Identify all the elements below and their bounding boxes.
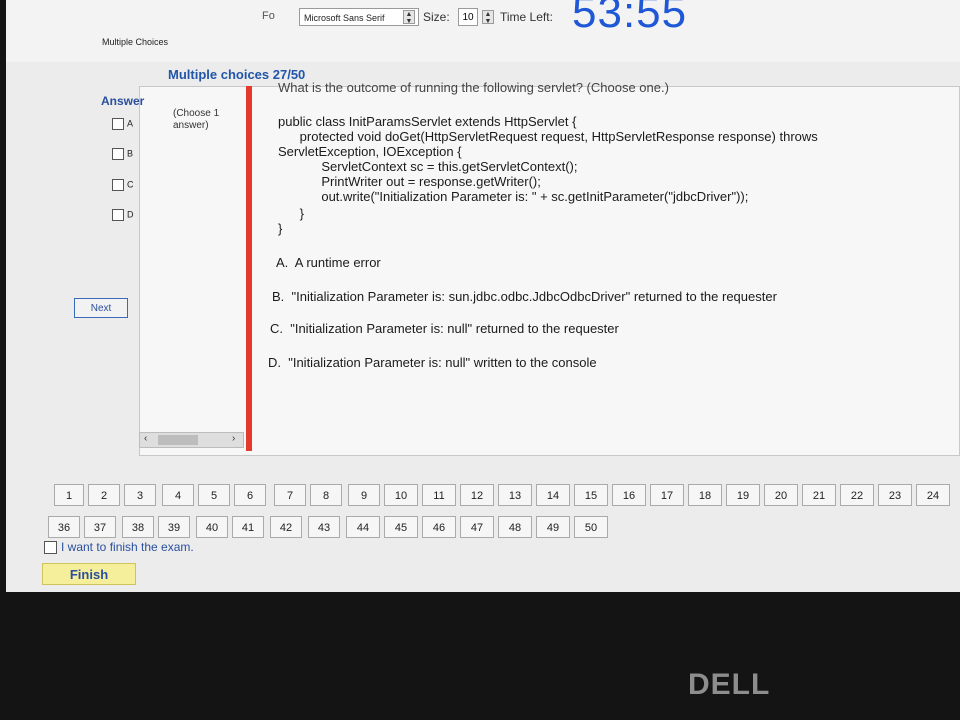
- question-number-button[interactable]: 17: [650, 484, 684, 506]
- scroll-thumb[interactable]: [158, 435, 198, 445]
- question-number-button[interactable]: 3: [124, 484, 156, 506]
- question-number-button[interactable]: 22: [840, 484, 874, 506]
- question-number-button[interactable]: 8: [310, 484, 342, 506]
- question-number-button[interactable]: 46: [422, 516, 456, 538]
- question-number-button[interactable]: 49: [536, 516, 570, 538]
- question-number-button[interactable]: 19: [726, 484, 760, 506]
- choice-b-text: B. "Initialization Parameter is: sun.jdb…: [272, 289, 777, 304]
- code-line: protected void doGet(HttpServletRequest …: [278, 129, 818, 144]
- code-line: }: [278, 221, 283, 236]
- choice-a-text: A. A runtime error: [276, 255, 381, 270]
- font-spin-icon[interactable]: ▲ ▼: [403, 10, 415, 25]
- answer-panel: Answer A B C D: [74, 84, 144, 464]
- question-number-button[interactable]: 45: [384, 516, 418, 538]
- section-tab[interactable]: Multiple Choices: [102, 37, 168, 47]
- choice-c-text: C. "Initialization Parameter is: null" r…: [270, 321, 619, 336]
- question-number-button[interactable]: 12: [460, 484, 494, 506]
- toolbar: Fo Microsoft Sans Serif ▲ ▼ Size: 10 ▲ ▼ T…: [6, 0, 960, 62]
- question-navigator: 1 2 3 4 5 6 7 8 9 10 11 12 13 14 15 16 1…: [42, 484, 960, 544]
- question-number-button[interactable]: 16: [612, 484, 646, 506]
- question-number-button[interactable]: 41: [232, 516, 264, 538]
- time-left-value: 53:55: [572, 0, 688, 37]
- checkbox-icon[interactable]: [112, 148, 124, 160]
- question-number-button[interactable]: 24: [916, 484, 950, 506]
- question-number-button[interactable]: 37: [84, 516, 116, 538]
- question-number-button[interactable]: 21: [802, 484, 836, 506]
- finish-button[interactable]: Finish: [42, 563, 136, 585]
- exam-window: Fo Microsoft Sans Serif ▲ ▼ Size: 10 ▲ ▼ T…: [6, 0, 960, 592]
- question-text: What is the outcome of running the follo…: [254, 80, 954, 452]
- question-number-button[interactable]: 2: [88, 484, 120, 506]
- question-number-button[interactable]: 10: [384, 484, 418, 506]
- question-number-button[interactable]: 50: [574, 516, 608, 538]
- time-left-label: Time Left:: [500, 10, 553, 24]
- dell-logo: DELL: [688, 668, 771, 701]
- code-line: ServletException, IOException {: [278, 144, 462, 159]
- code-line: out.write("Initialization Parameter is: …: [278, 189, 749, 204]
- question-number-button[interactable]: 13: [498, 484, 532, 506]
- question-number-button[interactable]: 7: [274, 484, 306, 506]
- scroll-right-icon[interactable]: ›: [232, 433, 235, 444]
- question-number-button[interactable]: 9: [348, 484, 380, 506]
- question-number-button[interactable]: 48: [498, 516, 532, 538]
- next-button[interactable]: Next: [74, 298, 128, 318]
- option-c[interactable]: C: [112, 179, 134, 191]
- size-input[interactable]: 10: [458, 8, 478, 26]
- question-number-button[interactable]: 15: [574, 484, 608, 506]
- question-number-button[interactable]: 1: [54, 484, 84, 506]
- font-label: Fo: [262, 10, 275, 22]
- font-select[interactable]: Microsoft Sans Serif: [299, 8, 419, 26]
- question-prompt: What is the outcome of running the follo…: [278, 80, 669, 95]
- panel-divider[interactable]: [246, 86, 252, 451]
- question-number-button[interactable]: 4: [162, 484, 194, 506]
- checkbox-icon[interactable]: [112, 179, 124, 191]
- question-number-button[interactable]: 43: [308, 516, 340, 538]
- option-b[interactable]: B: [112, 148, 133, 160]
- question-number-button[interactable]: 42: [270, 516, 302, 538]
- question-number-button[interactable]: 47: [460, 516, 494, 538]
- question-number-button[interactable]: 14: [536, 484, 570, 506]
- question-number-button[interactable]: 5: [198, 484, 230, 506]
- checkbox-icon[interactable]: [44, 541, 57, 555]
- code-line: ServletContext sc = this.getServletConte…: [278, 159, 578, 174]
- question-number-button[interactable]: 23: [878, 484, 912, 506]
- question-number-button[interactable]: 18: [688, 484, 722, 506]
- checkbox-icon[interactable]: [112, 209, 124, 221]
- question-number-button[interactable]: 20: [764, 484, 798, 506]
- code-line: PrintWriter out = response.getWriter();: [278, 174, 541, 189]
- answer-title: Answer: [101, 94, 145, 108]
- size-label: Size:: [423, 10, 450, 24]
- choice-d-text: D. "Initialization Parameter is: null" w…: [268, 355, 597, 370]
- question-number-button[interactable]: 11: [422, 484, 456, 506]
- checkbox-icon[interactable]: [112, 118, 124, 130]
- question-number-button[interactable]: 36: [48, 516, 80, 538]
- question-number-button[interactable]: 44: [346, 516, 380, 538]
- question-number-button[interactable]: 6: [234, 484, 266, 506]
- option-a[interactable]: A: [112, 118, 133, 130]
- question-number-button[interactable]: 38: [122, 516, 154, 538]
- scroll-left-icon[interactable]: ‹: [144, 433, 147, 444]
- choose-hint: (Choose 1 answer): [173, 108, 220, 131]
- option-d[interactable]: D: [112, 209, 134, 221]
- code-line: }: [278, 206, 305, 221]
- size-spin-icon[interactable]: ▲ ▼: [482, 10, 494, 25]
- question-number-button[interactable]: 40: [196, 516, 228, 538]
- horizontal-scrollbar[interactable]: ‹ ›: [139, 432, 244, 448]
- code-line: public class InitParamsServlet extends H…: [278, 114, 577, 129]
- question-number-button[interactable]: 39: [158, 516, 190, 538]
- finish-exam-checkbox[interactable]: I want to finish the exam.: [44, 540, 194, 555]
